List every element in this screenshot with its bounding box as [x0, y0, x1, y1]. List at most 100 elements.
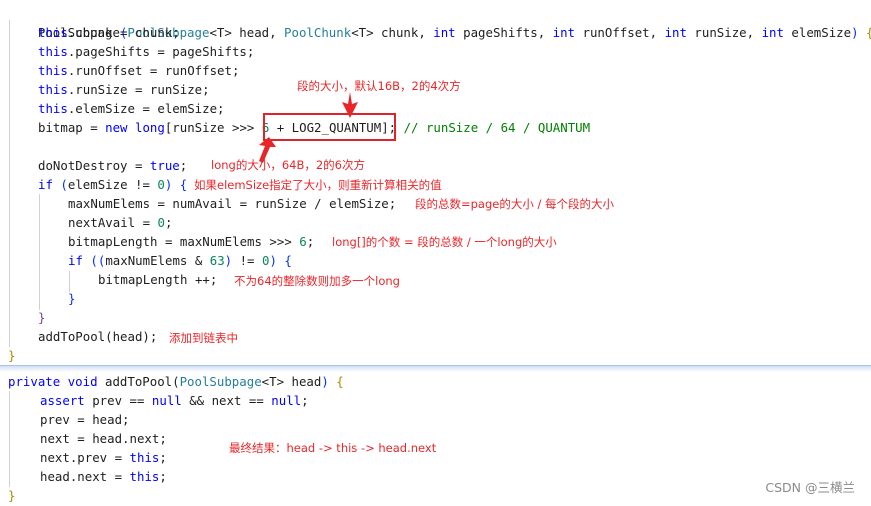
- token: .pageShifts = pageShifts;: [67, 44, 255, 59]
- code-line: prev = head;: [40, 410, 130, 429]
- token: addToPool(head);: [38, 329, 158, 344]
- token: [runSize >>>: [164, 120, 262, 135]
- code-line: }: [38, 308, 45, 327]
- token: maxNumElems &: [105, 253, 210, 268]
- annotation-add-to-pool: 添加到链表中: [169, 331, 238, 345]
- code-line: private void addToPool(PoolSubpage<T> he…: [8, 372, 344, 391]
- token: }: [8, 488, 16, 503]
- token: 0: [157, 215, 165, 230]
- token: private: [8, 374, 61, 389]
- indent-guide: [39, 194, 40, 310]
- annotation-remainder: 不为64的整除数则加多一个long: [234, 274, 400, 288]
- code-line: if (elemSize != 0) {: [38, 175, 187, 194]
- token: elemSize: [783, 25, 852, 40]
- token: nextAvail =: [68, 215, 158, 230]
- token: {: [276, 253, 292, 268]
- token: null: [151, 393, 182, 408]
- token: ;: [159, 469, 167, 484]
- token: doNotDestroy =: [38, 158, 150, 173]
- token: if: [38, 177, 53, 192]
- code-line: this.pageShifts = pageShifts;: [38, 42, 254, 61]
- token: ;: [165, 215, 173, 230]
- token: bitmapLength = maxNumElems >>>: [68, 234, 300, 249]
- watermark: CSDN @三横兰: [765, 480, 855, 495]
- code-line: nextAvail = 0;: [68, 213, 172, 232]
- token: this: [38, 63, 68, 78]
- token: !=: [232, 253, 262, 268]
- token: pageShifts,: [455, 25, 553, 40]
- token: ;: [159, 450, 167, 465]
- code-comment: // runSize / 64 / QUANTUM: [403, 120, 591, 135]
- token: }: [38, 310, 46, 325]
- token: }: [68, 291, 76, 306]
- code-line: this.chunk = chunk;: [38, 23, 180, 42]
- token: int: [433, 25, 456, 40]
- token: .elemSize = elemSize;: [67, 101, 225, 116]
- token: .runSize = runSize;: [67, 82, 210, 97]
- token: 0: [157, 177, 165, 192]
- token: head: [284, 374, 322, 389]
- code-line: }: [8, 346, 15, 365]
- code-line: }: [8, 486, 15, 505]
- token: assert: [40, 393, 85, 408]
- token: PoolSubpage: [179, 374, 262, 389]
- token: <T>: [261, 374, 285, 389]
- code-line: head.next = this;: [40, 467, 167, 486]
- token: ((: [90, 253, 106, 268]
- token: new: [105, 120, 128, 135]
- code-line: }: [68, 289, 75, 308]
- token: chunk,: [373, 25, 434, 40]
- token: runOffset,: [575, 25, 665, 40]
- annotation-bitmap-length: long[]的个数 = 段的总数 / 一个long的大小: [332, 235, 557, 249]
- token: ): [851, 25, 859, 40]
- token: addToPool(: [97, 374, 180, 389]
- token: next = head.next;: [40, 431, 167, 446]
- code-line: this.runSize = runSize;: [38, 80, 210, 99]
- token: null: [271, 393, 302, 408]
- code-line: this.runOffset = runOffset;: [38, 61, 239, 80]
- token: true: [149, 158, 180, 173]
- token: ): [269, 253, 277, 268]
- code-line: PoolSubpage(PoolSubpage<T> head, PoolChu…: [8, 4, 871, 40]
- token: this: [129, 469, 160, 484]
- token: ;: [301, 393, 309, 408]
- token: <T>: [209, 25, 232, 40]
- token: {: [172, 177, 188, 192]
- token: bitmapLength ++;: [98, 272, 218, 287]
- token: {: [859, 25, 871, 40]
- annotation-max-elems: 段的总数=page的大小 / 每个段的大小: [415, 197, 615, 211]
- token: int: [761, 25, 784, 40]
- code-line: bitmapLength ++;: [98, 270, 217, 289]
- code-line: bitmapLength = maxNumElems >>> 6;: [68, 232, 314, 251]
- annotation-elemsize: 如果elemSize指定了大小，则重新计算相关的值: [194, 178, 442, 192]
- indent-guide: [9, 391, 10, 487]
- token: prev = head;: [40, 412, 130, 427]
- token: this: [38, 25, 68, 40]
- annotation-final-result: 最终结果：head -> this -> head.next: [229, 441, 437, 455]
- annotation-long-size: long的大小，64B，2的6次方: [211, 158, 365, 172]
- token: bitmap =: [38, 120, 106, 135]
- token: PoolChunk: [284, 25, 352, 40]
- code-line: next.prev = this;: [40, 448, 167, 467]
- token: (: [60, 177, 68, 192]
- token: && next ==: [181, 393, 272, 408]
- token: if: [68, 253, 83, 268]
- annotation-quantum: 段的大小，默认16B，2的4次方: [297, 79, 461, 93]
- token: .chunk = chunk;: [67, 25, 180, 40]
- token: ): [321, 374, 329, 389]
- highlight-box: [263, 113, 396, 141]
- code-line: addToPool(head);: [38, 327, 157, 346]
- token: }: [8, 348, 16, 363]
- token: head,: [231, 25, 285, 40]
- token: this: [38, 44, 68, 59]
- code-line: if ((maxNumElems & 63) != 0) {: [68, 251, 292, 270]
- code-line: next = head.next;: [40, 429, 167, 448]
- code-line: doNotDestroy = true;: [38, 156, 187, 175]
- token: ;: [179, 158, 188, 173]
- code-line: maxNumElems = numAvail = runSize / elemS…: [68, 194, 396, 213]
- token: runSize,: [686, 25, 762, 40]
- token: long: [135, 120, 165, 135]
- token: ;: [306, 234, 315, 249]
